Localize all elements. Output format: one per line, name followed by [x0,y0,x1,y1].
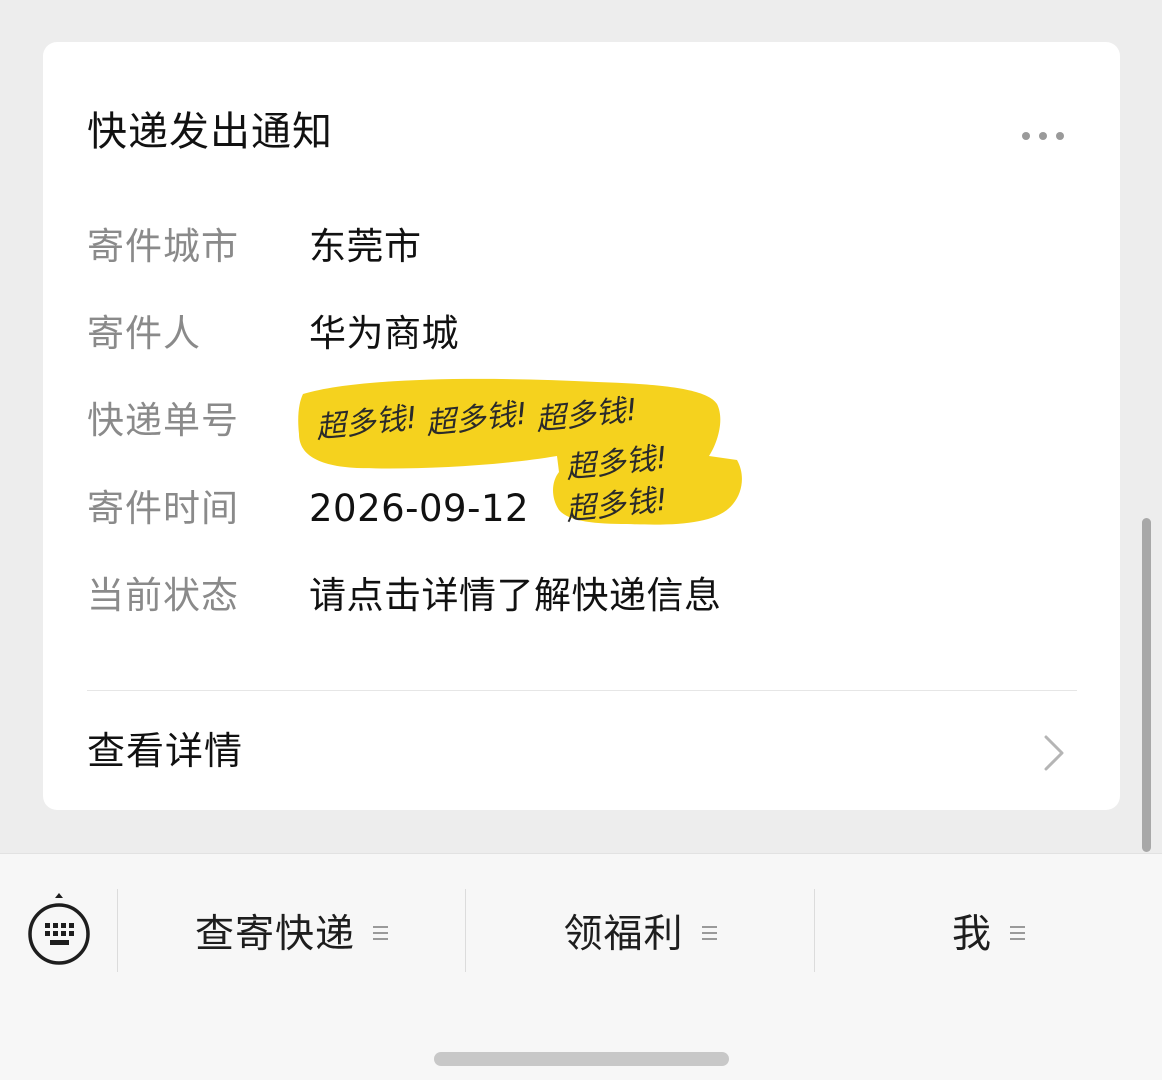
keyboard-icon[interactable] [22,888,96,974]
row-current-status: 当前状态 请点击详情了解快递信息 [87,566,1087,626]
submenu-icon [373,925,388,940]
home-indicator[interactable] [434,1052,729,1066]
row-value: 华为商城 [309,312,459,355]
row-value: 请点击详情了解快递信息 [309,574,722,617]
row-sender: 寄件人 华为商城 [87,304,1087,364]
row-label: 快递单号 [87,399,239,442]
submenu-icon [1010,925,1025,940]
notification-card[interactable]: 快递发出通知 寄件城市 东莞市 寄件人 华为商城 快递单号 寄件时间 2026-… [43,42,1120,810]
menu-item-label: 我 [951,911,992,957]
bottom-menu-bar: 查寄快递 领福利 我 [0,853,1162,1080]
chat-screen: 快递发出通知 寄件城市 东莞市 寄件人 华为商城 快递单号 寄件时间 2026-… [0,0,1162,1080]
menu-item-query-express[interactable]: 查寄快递 [118,889,465,972]
menu-item-benefits[interactable]: 领福利 [466,889,814,972]
row-label: 寄件时间 [87,487,239,530]
redaction-mark: 超多钱! 超多钱! 超多钱! 超多钱! 超多钱! [298,378,742,528]
row-value: 东莞市 [309,225,422,268]
submenu-icon [701,925,717,940]
row-label: 寄件城市 [87,225,239,268]
row-label: 当前状态 [87,574,239,617]
menu-item-label: 领福利 [563,911,684,957]
scrollbar[interactable] [1142,518,1151,852]
chevron-right-icon [1044,735,1064,771]
more-dots-icon[interactable] [1013,120,1073,152]
view-details-button[interactable]: 查看详情 [43,691,1120,810]
row-sender-city: 寄件城市 东莞市 [87,217,1087,277]
view-details-label: 查看详情 [87,729,244,773]
row-label: 寄件人 [87,312,201,355]
card-title: 快递发出通知 [87,109,333,155]
menu-item-label: 查寄快递 [194,911,355,957]
menu-item-me[interactable]: 我 [815,889,1162,972]
